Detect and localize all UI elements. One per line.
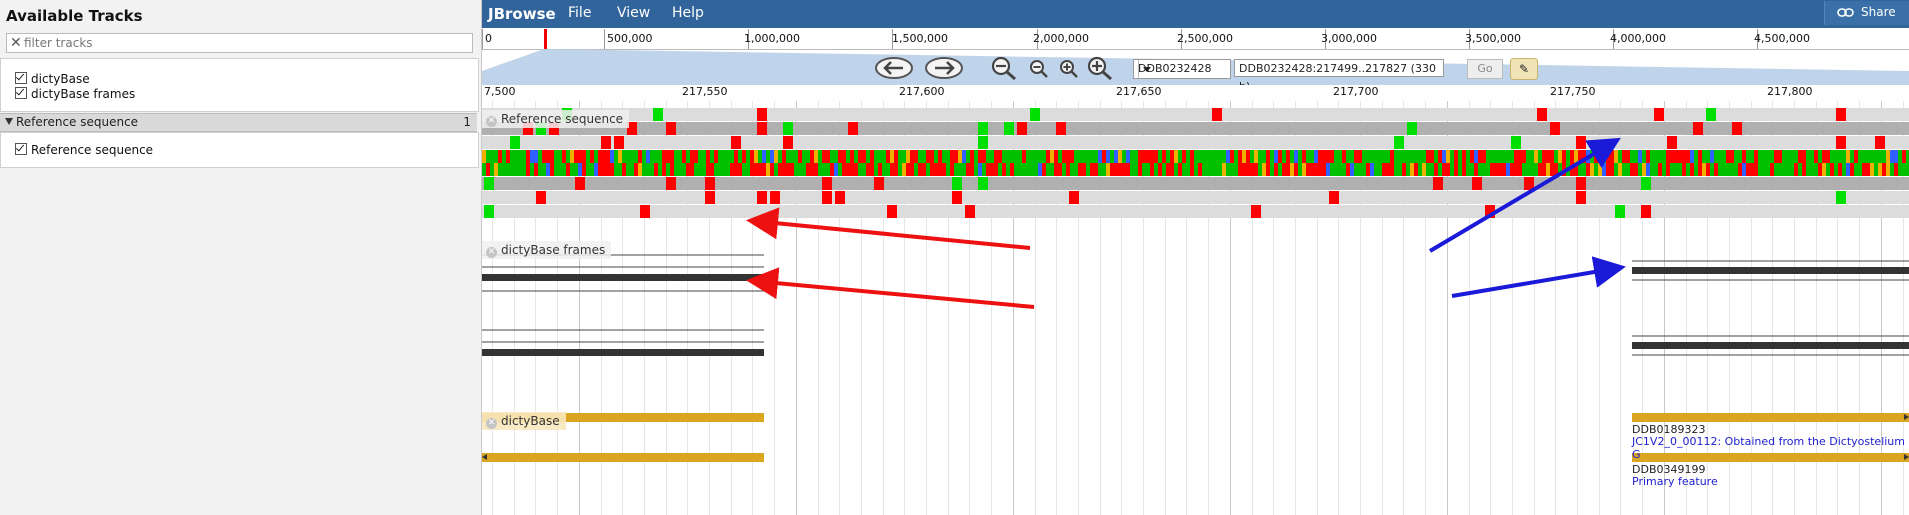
link-icon	[1837, 8, 1854, 17]
zoom-in-icon[interactable]	[1058, 58, 1080, 80]
category-reference-sequence[interactable]: Reference sequence 1	[0, 113, 477, 132]
track-selector-pane: Available Tracks ✕ filter tracks dictyBa…	[0, 0, 482, 515]
reference-sequence-select[interactable]: DDB0232428	[1133, 59, 1231, 79]
highlight-icon[interactable]: ✎	[1510, 58, 1538, 80]
annotation-arrows	[746, 137, 1626, 309]
checkbox-icon[interactable]	[15, 87, 27, 99]
overview-ruler[interactable]: 0 500,000 1,000,000 1,500,000 2,000,000 …	[482, 29, 1909, 50]
zoom-out-large-icon[interactable]	[990, 55, 1018, 81]
chevron-down-icon[interactable]	[1138, 60, 1155, 78]
zoom-in-large-icon[interactable]	[1086, 55, 1114, 81]
filter-tracks-input[interactable]: ✕ filter tracks	[6, 33, 473, 53]
app-brand: JBrowse	[488, 5, 556, 23]
clear-filter-icon[interactable]: ✕	[10, 34, 22, 52]
share-button[interactable]: Share	[1824, 1, 1909, 25]
track-list: dictyBase dictyBase frames	[0, 58, 479, 112]
category-track-list: Reference sequence	[0, 132, 479, 168]
pan-right-icon[interactable]	[924, 56, 964, 80]
checkbox-icon[interactable]	[15, 143, 27, 155]
track-item-dictybase-frames[interactable]: dictyBase frames	[15, 87, 135, 101]
overview-location-marker[interactable]	[544, 29, 547, 49]
menubar: JBrowse File View Help Share	[482, 0, 1909, 28]
category-count: 1	[463, 115, 471, 129]
track-item-reference-sequence[interactable]: Reference sequence	[15, 143, 153, 157]
available-tracks-title: Available Tracks	[6, 7, 143, 25]
menu-view[interactable]: View	[617, 5, 650, 21]
pan-left-icon[interactable]	[874, 56, 914, 80]
blue-arrow	[1451, 256, 1626, 298]
filter-placeholder: filter tracks	[24, 36, 93, 50]
menu-help[interactable]: Help	[672, 5, 704, 21]
track-area[interactable]: ✕ Reference sequence ✕ dictyBase frames ✕ d…	[482, 101, 1909, 515]
collapse-triangle-icon[interactable]	[5, 118, 13, 125]
detail-ruler[interactable]: 7,500 217,550 217,600 217,650 217,700 21…	[482, 85, 1909, 101]
menu-file[interactable]: File	[568, 5, 591, 21]
blue-arrow	[1428, 137, 1621, 253]
location-input[interactable]: DDB0232428:217499..217827 (330 b)	[1234, 59, 1444, 93]
zoom-out-icon[interactable]	[1028, 58, 1050, 80]
track-item-dictybase[interactable]: dictyBase	[15, 72, 90, 86]
checkbox-icon[interactable]	[15, 72, 27, 84]
red-arrow	[746, 267, 1035, 309]
go-button[interactable]: Go	[1467, 59, 1503, 79]
red-arrow	[746, 207, 1031, 250]
